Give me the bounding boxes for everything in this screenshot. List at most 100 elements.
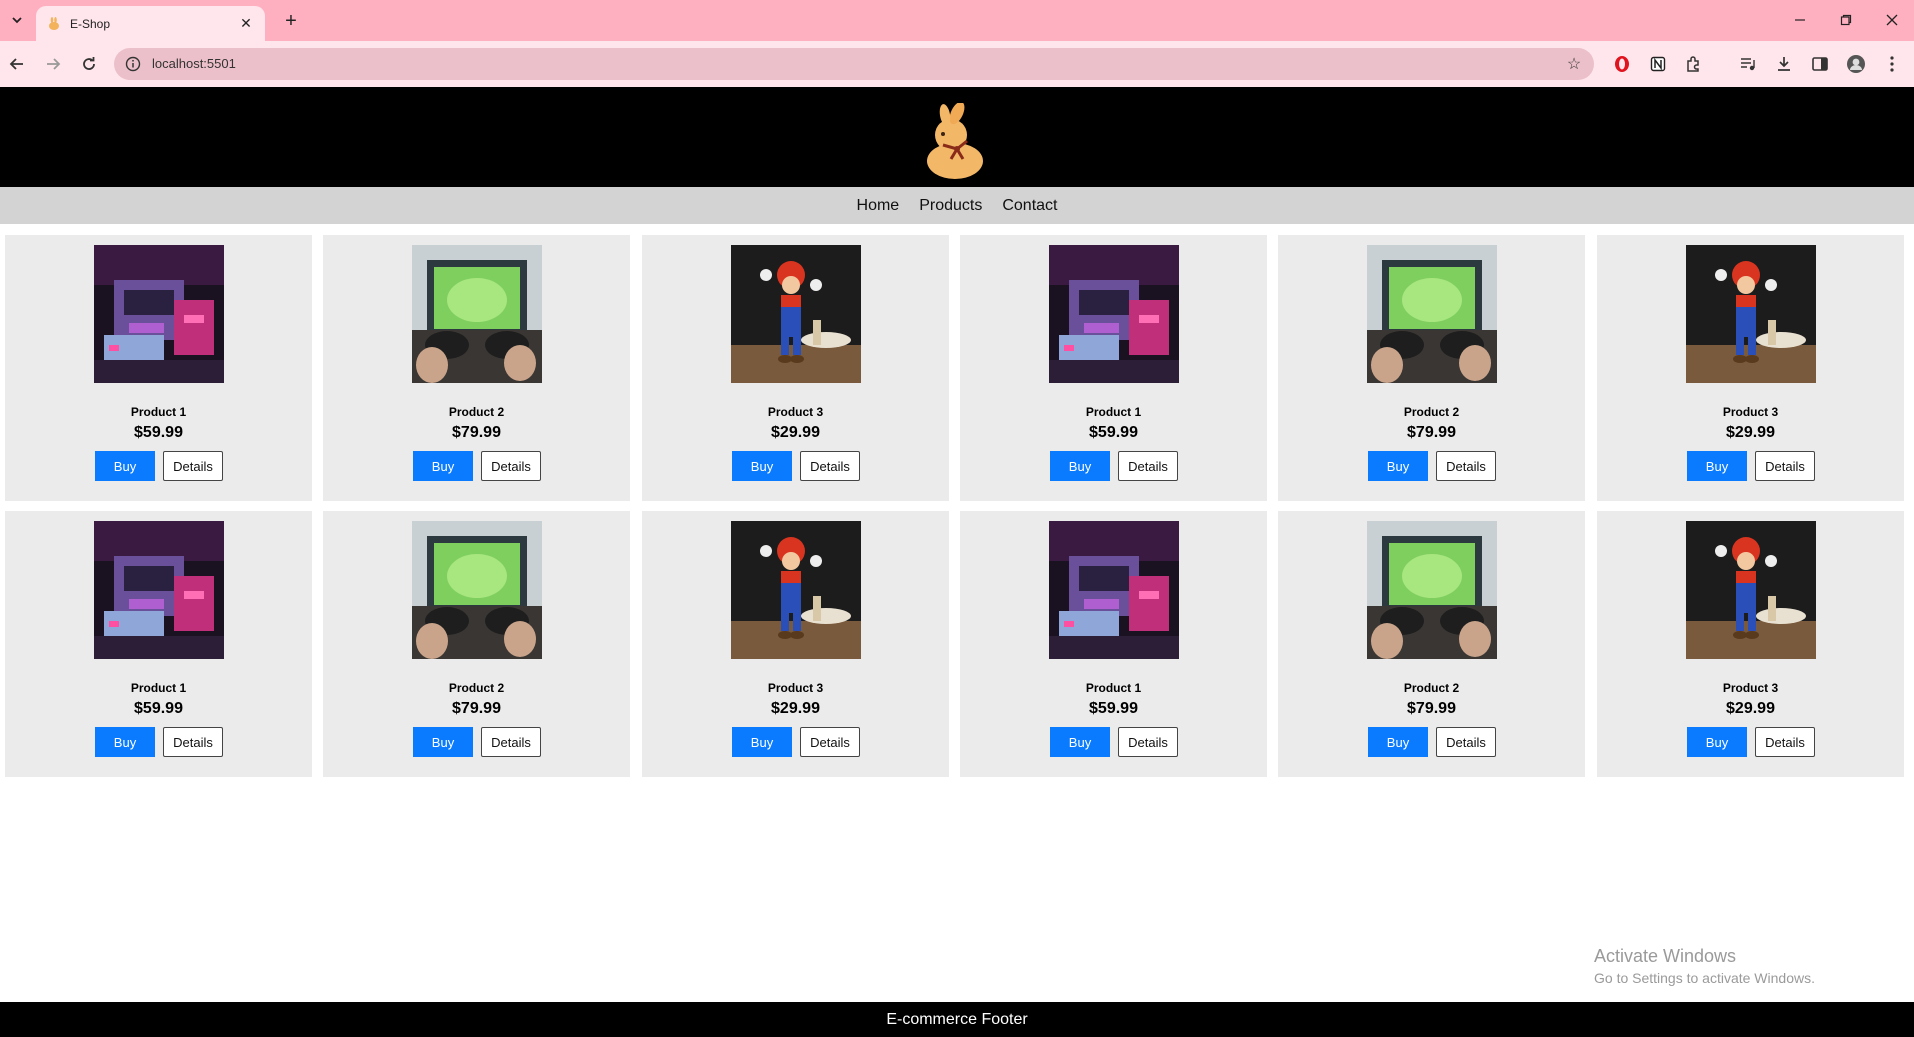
details-button[interactable]: Details [800, 727, 860, 757]
bookmark-star-icon[interactable]: ☆ [1564, 54, 1584, 74]
product-name: Product 1 [130, 405, 187, 419]
browser-menu-icon[interactable] [1880, 52, 1904, 76]
mario-figure-image[interactable] [1686, 245, 1816, 383]
address-bar[interactable]: localhost:5501 ☆ [114, 48, 1594, 80]
browser-tab[interactable]: E-Shop ✕ [36, 6, 265, 41]
site-nav: Home Products Contact [0, 187, 1914, 224]
product-card: Product 3 $29.99 Buy Details [642, 235, 949, 501]
watermark-title: Activate Windows [1594, 946, 1737, 966]
product-price: $29.99 [771, 700, 820, 717]
minimize-icon[interactable] [1784, 8, 1816, 32]
gamepad-football-image[interactable] [1367, 521, 1497, 659]
details-button[interactable]: Details [1118, 727, 1178, 757]
download-icon[interactable] [1772, 52, 1796, 76]
tab-search-chevron-icon[interactable] [5, 9, 29, 31]
buy-button[interactable]: Buy [95, 451, 155, 481]
bunny-favicon-icon [46, 16, 62, 32]
details-button[interactable]: Details [163, 451, 223, 481]
profile-avatar-icon[interactable] [1844, 52, 1868, 76]
product-price: $59.99 [1089, 700, 1138, 717]
url-text[interactable]: localhost:5501 [152, 56, 236, 71]
nav-products-link[interactable]: Products [919, 197, 982, 215]
buy-button[interactable]: Buy [413, 727, 473, 757]
product-price: $79.99 [1407, 424, 1456, 441]
product-name: Product 3 [767, 681, 824, 695]
gamepad-football-image[interactable] [412, 245, 542, 383]
product-card: Product 1 $59.99 Buy Details [5, 511, 312, 777]
product-name: Product 3 [1722, 681, 1779, 695]
mario-figure-image[interactable] [731, 245, 861, 383]
product-price: $29.99 [1726, 700, 1775, 717]
buy-button[interactable]: Buy [732, 727, 792, 757]
watermark-subtitle: Go to Settings to activate Windows. [1594, 970, 1815, 986]
details-button[interactable]: Details [1436, 727, 1496, 757]
product-name: Product 1 [130, 681, 187, 695]
buy-button[interactable]: Buy [95, 727, 155, 757]
product-card: Product 2 $79.99 Buy Details [1278, 511, 1585, 777]
retro-console-image[interactable] [1049, 245, 1179, 383]
product-card: Product 3 $29.99 Buy Details [1597, 235, 1904, 501]
reload-icon[interactable] [76, 51, 102, 77]
product-card: Product 1 $59.99 Buy Details [960, 511, 1267, 777]
product-price: $29.99 [1726, 424, 1775, 441]
tab-title: E-Shop [70, 16, 111, 31]
product-card: Product 2 $79.99 Buy Details [323, 235, 630, 501]
mario-figure-image[interactable] [1686, 521, 1816, 659]
buy-button[interactable]: Buy [1050, 727, 1110, 757]
forward-arrow-icon[interactable] [40, 51, 66, 77]
product-name: Product 1 [1085, 681, 1142, 695]
restore-icon[interactable] [1830, 8, 1862, 32]
browser-toolbar: localhost:5501 ☆ [0, 41, 1914, 87]
product-card: Product 3 $29.99 Buy Details [1597, 511, 1904, 777]
product-card: Product 3 $29.99 Buy Details [642, 511, 949, 777]
product-name: Product 1 [1085, 405, 1142, 419]
media-queue-icon[interactable] [1736, 52, 1760, 76]
details-button[interactable]: Details [800, 451, 860, 481]
windows-activation-watermark: Activate Windows Go to Settings to activ… [1594, 946, 1815, 986]
retro-console-image[interactable] [94, 521, 224, 659]
mario-figure-image[interactable] [731, 521, 861, 659]
product-price: $79.99 [452, 700, 501, 717]
buy-button[interactable]: Buy [413, 451, 473, 481]
nav-home-link[interactable]: Home [857, 197, 900, 215]
extensions-puzzle-icon[interactable] [1682, 52, 1706, 76]
side-panel-icon[interactable] [1808, 52, 1832, 76]
notion-extension-icon[interactable] [1646, 52, 1670, 76]
product-price: $59.99 [134, 700, 183, 717]
details-button[interactable]: Details [1755, 727, 1815, 757]
buy-button[interactable]: Buy [1687, 727, 1747, 757]
new-tab-plus-icon[interactable]: + [278, 8, 304, 34]
details-button[interactable]: Details [1436, 451, 1496, 481]
product-name: Product 3 [767, 405, 824, 419]
buy-button[interactable]: Buy [1368, 727, 1428, 757]
product-price: $79.99 [452, 424, 501, 441]
bunny-logo-icon[interactable] [917, 103, 993, 183]
tab-close-icon[interactable]: ✕ [235, 13, 257, 35]
buy-button[interactable]: Buy [1368, 451, 1428, 481]
details-button[interactable]: Details [1118, 451, 1178, 481]
product-card: Product 1 $59.99 Buy Details [5, 235, 312, 501]
product-price: $29.99 [771, 424, 820, 441]
details-button[interactable]: Details [163, 727, 223, 757]
product-card: Product 2 $79.99 Buy Details [323, 511, 630, 777]
details-button[interactable]: Details [1755, 451, 1815, 481]
gamepad-football-image[interactable] [412, 521, 542, 659]
product-price: $79.99 [1407, 700, 1456, 717]
details-button[interactable]: Details [481, 451, 541, 481]
buy-button[interactable]: Buy [1050, 451, 1110, 481]
buy-button[interactable]: Buy [732, 451, 792, 481]
nav-contact-link[interactable]: Contact [1002, 197, 1057, 215]
close-window-icon[interactable] [1876, 8, 1908, 32]
retro-console-image[interactable] [1049, 521, 1179, 659]
site-footer: E-commerce Footer [0, 1002, 1914, 1037]
product-name: Product 2 [448, 405, 505, 419]
gamepad-football-image[interactable] [1367, 245, 1497, 383]
product-name: Product 2 [1403, 681, 1460, 695]
opera-extension-icon[interactable] [1610, 52, 1634, 76]
details-button[interactable]: Details [481, 727, 541, 757]
retro-console-image[interactable] [94, 245, 224, 383]
product-name: Product 3 [1722, 405, 1779, 419]
site-info-icon[interactable] [125, 56, 141, 72]
back-arrow-icon[interactable] [4, 51, 30, 77]
buy-button[interactable]: Buy [1687, 451, 1747, 481]
